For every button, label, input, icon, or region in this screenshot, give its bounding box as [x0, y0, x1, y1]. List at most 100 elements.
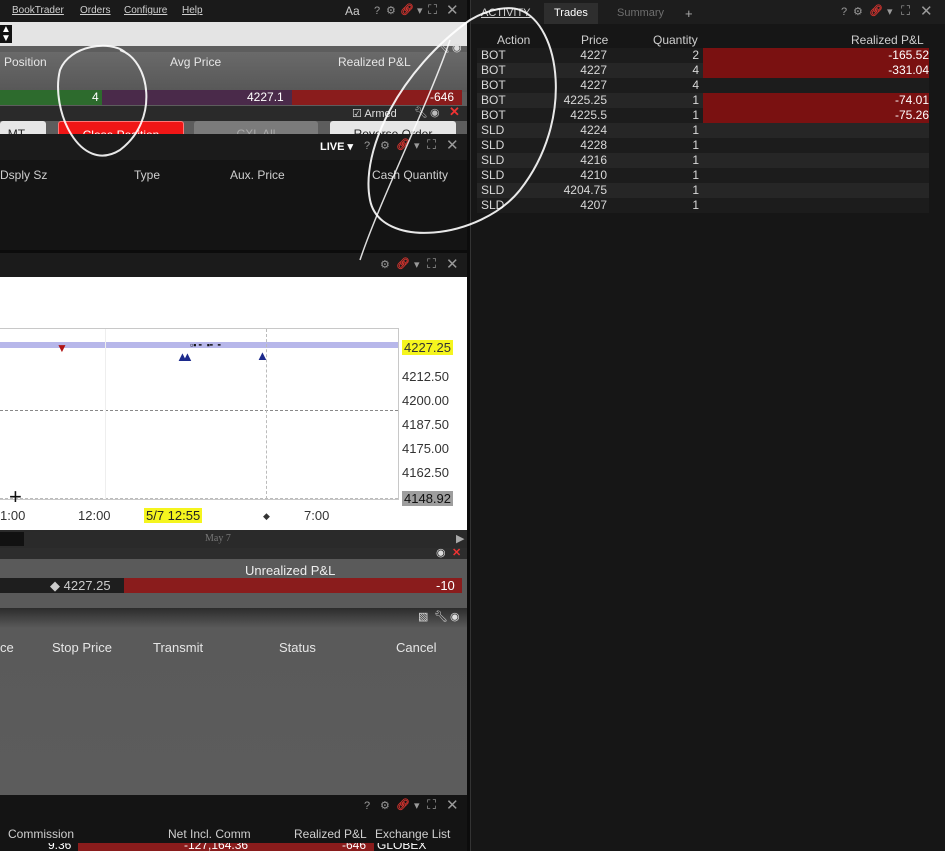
col-dsply-sz: Dsply Sz: [0, 168, 48, 182]
timeline-scrollbar[interactable]: May 7 ▶: [0, 530, 467, 548]
activity-dropdown-icon[interactable]: ▾: [887, 5, 893, 18]
unrealized-pnl-header: Unrealized P&L: [245, 563, 336, 578]
close-icon[interactable]: ✕: [446, 1, 459, 19]
wrench-icon[interactable]: 🔧︎: [436, 41, 450, 54]
activity-gear-icon[interactable]: ⚙: [853, 5, 863, 18]
col-cash-quantity: Cash Quantity: [372, 168, 449, 182]
low-price-label: 4148.92: [402, 491, 453, 506]
trade-action: SLD: [481, 123, 505, 137]
trade-realized-pnl: -165.52: [703, 48, 929, 63]
trade-realized-pnl: [703, 138, 929, 153]
trade-price: 4204.75: [563, 183, 607, 197]
chart-close-icon[interactable]: ✕: [446, 255, 459, 273]
armed-checkbox[interactable]: ☑ Armed: [352, 107, 397, 120]
unreal-close-icon[interactable]: ✕: [452, 546, 461, 559]
trade-row[interactable]: SLD 4210 1: [477, 168, 929, 183]
trade-row[interactable]: BOT 4225.25 1 -74.01: [477, 93, 929, 108]
col-type: Type: [134, 168, 161, 182]
trade-realized-pnl: [703, 78, 929, 93]
trade-row[interactable]: BOT 4227 2 -165.52: [477, 48, 929, 63]
menu-help[interactable]: Help: [182, 5, 203, 16]
trade-row[interactable]: BOT 4227 4 -331.04: [477, 63, 929, 78]
expand-icon[interactable]: ⛶: [428, 2, 437, 18]
trade-row[interactable]: SLD 4207 1: [477, 198, 929, 213]
orders-dropdown-icon[interactable]: ▾: [414, 139, 420, 152]
menu-booktrader[interactable]: BookTrader: [12, 5, 64, 16]
menu-orders[interactable]: Orders: [80, 5, 111, 16]
chart-link-icon[interactable]: 🔗︎: [396, 257, 410, 270]
trade-action: BOT: [481, 78, 506, 92]
x-tick-label: 1:00: [0, 508, 26, 523]
trades-header-row: Action Price Quantity Realized P&L: [477, 33, 929, 48]
chart-gear-icon[interactable]: ⚙: [380, 258, 390, 271]
symbol-spinner[interactable]: ▲ ▼: [0, 25, 12, 44]
price-chart-plot[interactable]: ▼ ▲ ▲ ▲ ▫▪ ╸ ▪╸ ╸ +: [0, 328, 399, 508]
timeline-right-icon[interactable]: ▶: [456, 532, 464, 545]
bottom-help-icon[interactable]: ?: [364, 800, 370, 812]
timeline-label: May 7: [205, 533, 231, 544]
help-icon[interactable]: ?: [374, 5, 380, 17]
chart-expand-icon[interactable]: ⛶: [427, 256, 436, 272]
activity-expand-icon[interactable]: ⛶: [901, 3, 910, 19]
dropdown-icon[interactable]: ▾: [417, 4, 423, 17]
menu-configure[interactable]: Configure: [124, 5, 167, 16]
orders-link-icon[interactable]: 🔗︎: [396, 138, 410, 151]
avg-price-value: 4227.1: [247, 90, 284, 104]
trade-quantity: 2: [692, 48, 699, 62]
col-price: Price: [581, 33, 609, 47]
col-price-partial: ce: [0, 640, 14, 655]
armed-close-icon[interactable]: ✕: [449, 104, 460, 120]
trade-row[interactable]: BOT 4225.5 1 -75.26: [477, 108, 929, 123]
activity-help-icon[interactable]: ?: [841, 6, 847, 18]
bottom-expand-icon[interactable]: ⛶: [427, 797, 436, 813]
trade-row[interactable]: BOT 4227 4: [477, 78, 929, 93]
add-tab-button[interactable]: +: [675, 3, 703, 24]
orders-help-icon[interactable]: ?: [364, 140, 370, 152]
unreal-info-icon[interactable]: ◉: [436, 546, 446, 559]
trade-row[interactable]: SLD 4204.75 1: [477, 183, 929, 198]
armed-wrench-icon[interactable]: 🔧︎: [414, 106, 428, 119]
sell-marker-icon: ▼: [56, 341, 68, 355]
bottom-link-icon[interactable]: 🔗︎: [396, 798, 410, 811]
trade-action: SLD: [481, 198, 505, 212]
activity-close-icon[interactable]: ✕: [920, 2, 933, 20]
orders-close-icon[interactable]: ✕: [446, 136, 459, 154]
trade-row[interactable]: SLD 4224 1: [477, 123, 929, 138]
font-size-button[interactable]: Aa: [345, 4, 360, 18]
exchange-list-value: GLOBEX: [377, 843, 427, 851]
settings-icon[interactable]: ◉: [452, 41, 462, 54]
trade-action: BOT: [481, 93, 506, 107]
col-net-incl-comm: Net Incl. Comm: [168, 827, 251, 841]
trade-price: 4228: [580, 138, 607, 152]
orders-gear-icon[interactable]: ⚙: [380, 139, 390, 152]
tab-activity[interactable]: ACTIVITY: [471, 3, 541, 24]
bottom-close-icon[interactable]: ✕: [446, 796, 459, 814]
link-icon[interactable]: 🔗︎: [400, 3, 414, 16]
trade-realized-pnl: [703, 168, 929, 183]
gear-icon[interactable]: ⚙: [386, 4, 396, 17]
current-price-label: 4227.25: [402, 340, 453, 355]
trade-realized-pnl: -74.01: [703, 93, 929, 108]
tab-summary[interactable]: Summary: [607, 3, 674, 24]
trade-row[interactable]: SLD 4228 1: [477, 138, 929, 153]
y-tick-label: 4187.50: [402, 417, 449, 432]
live-label: LIVE: [320, 141, 345, 153]
orders-expand-icon[interactable]: ⛶: [427, 137, 436, 153]
chart-dropdown-icon[interactable]: ▾: [414, 258, 420, 271]
armed-info-icon[interactable]: ◉: [430, 106, 440, 119]
activity-link-icon[interactable]: 🔗︎: [869, 4, 883, 17]
tab-trades[interactable]: Trades: [544, 3, 598, 24]
trade-price: 4207: [580, 198, 607, 212]
trade-quantity: 4: [692, 63, 699, 77]
entry-info-icon[interactable]: ◉: [450, 610, 460, 623]
bottom-gear-icon[interactable]: ⚙: [380, 799, 390, 812]
trade-realized-pnl: [703, 198, 929, 213]
x-tick-label: 7:00: [304, 508, 330, 523]
trade-row[interactable]: SLD 4216 1: [477, 153, 929, 168]
live-dropdown[interactable]: LIVE ▾: [320, 140, 353, 153]
trade-quantity: 1: [692, 108, 699, 122]
activity-tabs: ACTIVITY Trades Summary + ? ⚙ 🔗︎ ▾ ⛶ ✕: [471, 0, 945, 24]
entry-wrench-icon[interactable]: 🔧︎: [434, 610, 448, 623]
entry-edit-icon[interactable]: ▧: [418, 610, 428, 623]
bottom-dropdown-icon[interactable]: ▾: [414, 799, 420, 812]
